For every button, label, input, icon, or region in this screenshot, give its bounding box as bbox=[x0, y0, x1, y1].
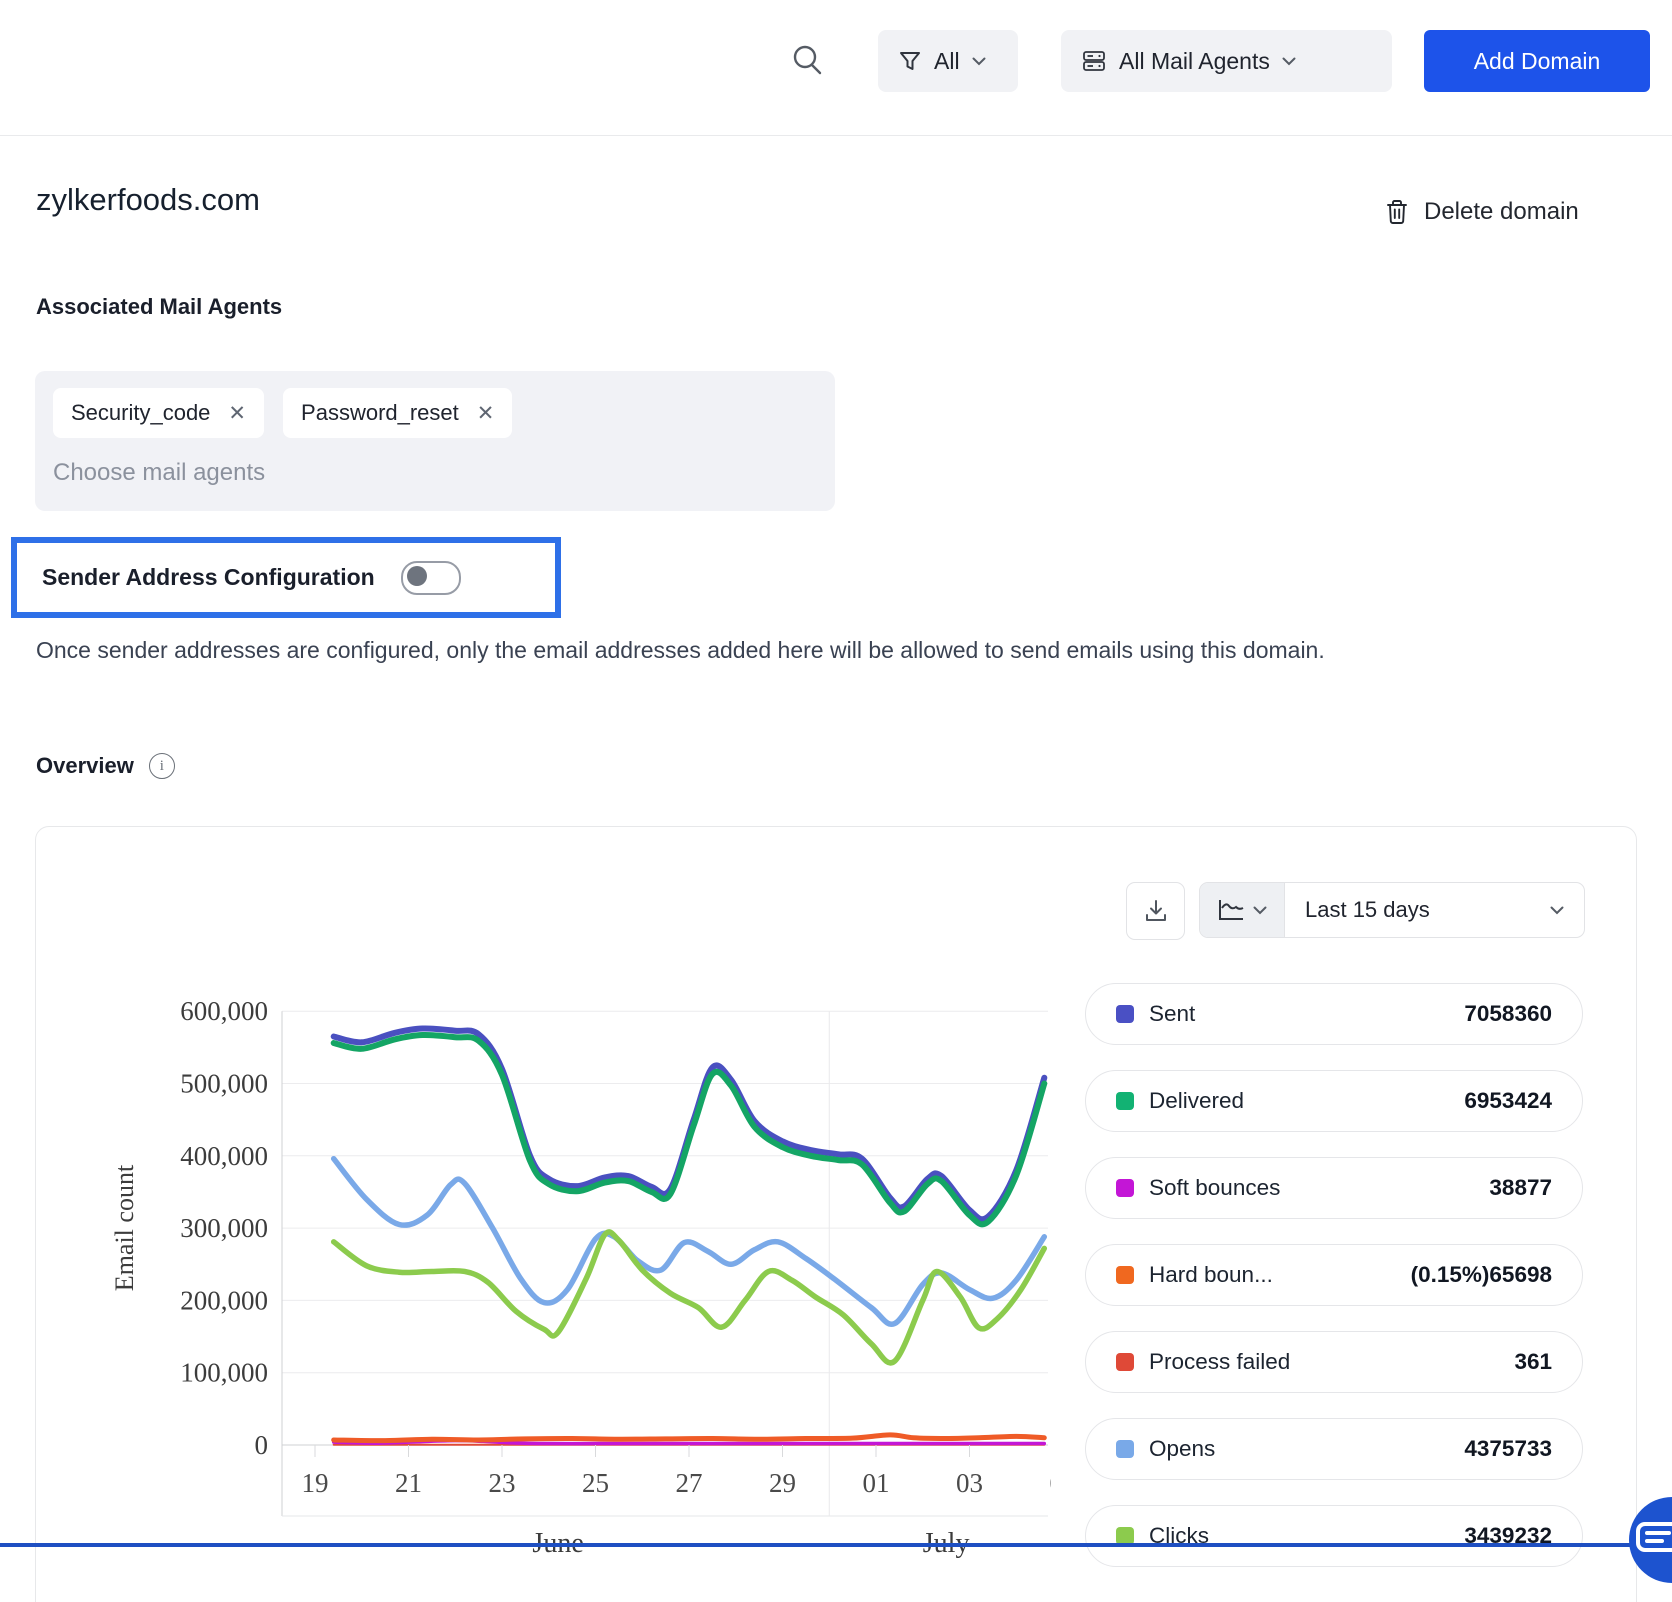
legend-value: 361 bbox=[1514, 1349, 1552, 1375]
legend-label: Opens bbox=[1149, 1436, 1464, 1462]
legend-item-hard-boun-[interactable]: Hard boun... (0.15%)65698 bbox=[1085, 1244, 1583, 1306]
svg-text:03: 03 bbox=[956, 1468, 983, 1498]
legend-item-clicks[interactable]: Clicks 3439232 bbox=[1085, 1505, 1583, 1567]
svg-text:Email count: Email count bbox=[110, 1164, 139, 1291]
svg-text:100,000: 100,000 bbox=[180, 1358, 268, 1388]
legend-item-process-failed[interactable]: Process failed 361 bbox=[1085, 1331, 1583, 1393]
svg-text:29: 29 bbox=[769, 1468, 796, 1498]
bottom-annotation-line bbox=[0, 1543, 1633, 1547]
svg-text:200,000: 200,000 bbox=[180, 1285, 268, 1315]
legend-value: 7058360 bbox=[1464, 1001, 1552, 1027]
legend-color-swatch bbox=[1116, 1266, 1134, 1284]
svg-text:19: 19 bbox=[302, 1468, 329, 1498]
legend-item-soft-bounces[interactable]: Soft bounces 38877 bbox=[1085, 1157, 1583, 1219]
legend-item-sent[interactable]: Sent 7058360 bbox=[1085, 983, 1583, 1045]
legend-value: (0.15%)65698 bbox=[1411, 1262, 1552, 1288]
legend-color-swatch bbox=[1116, 1005, 1134, 1023]
legend-label: Hard boun... bbox=[1149, 1262, 1411, 1288]
svg-text:600,000: 600,000 bbox=[180, 996, 268, 1026]
svg-text:500,000: 500,000 bbox=[180, 1069, 268, 1099]
svg-text:0: 0 bbox=[255, 1430, 269, 1460]
svg-text:21: 21 bbox=[395, 1468, 422, 1498]
svg-text:25: 25 bbox=[582, 1468, 609, 1498]
app-screen: All All Mail Agents Add Domain zylkerfoo… bbox=[0, 0, 1672, 1602]
svg-text:01: 01 bbox=[863, 1468, 890, 1498]
legend-value: 4375733 bbox=[1464, 1436, 1552, 1462]
legend-color-swatch bbox=[1116, 1092, 1134, 1110]
legend-label: Sent bbox=[1149, 1001, 1464, 1027]
legend-value: 6953424 bbox=[1464, 1088, 1552, 1114]
svg-text:27: 27 bbox=[676, 1468, 703, 1498]
svg-text:05: 05 bbox=[1050, 1468, 1077, 1498]
svg-text:400,000: 400,000 bbox=[180, 1141, 268, 1171]
legend-color-swatch bbox=[1116, 1353, 1134, 1371]
legend-color-swatch bbox=[1116, 1440, 1134, 1458]
legend-label: Delivered bbox=[1149, 1088, 1464, 1114]
chat-icon bbox=[1636, 1520, 1672, 1560]
legend-label: Process failed bbox=[1149, 1349, 1514, 1375]
svg-text:300,000: 300,000 bbox=[180, 1213, 268, 1243]
legend-color-swatch bbox=[1116, 1179, 1134, 1197]
svg-text:23: 23 bbox=[489, 1468, 516, 1498]
legend-item-delivered[interactable]: Delivered 6953424 bbox=[1085, 1070, 1583, 1132]
legend-item-opens[interactable]: Opens 4375733 bbox=[1085, 1418, 1583, 1480]
legend-label: Soft bounces bbox=[1149, 1175, 1489, 1201]
legend-value: 38877 bbox=[1489, 1175, 1552, 1201]
